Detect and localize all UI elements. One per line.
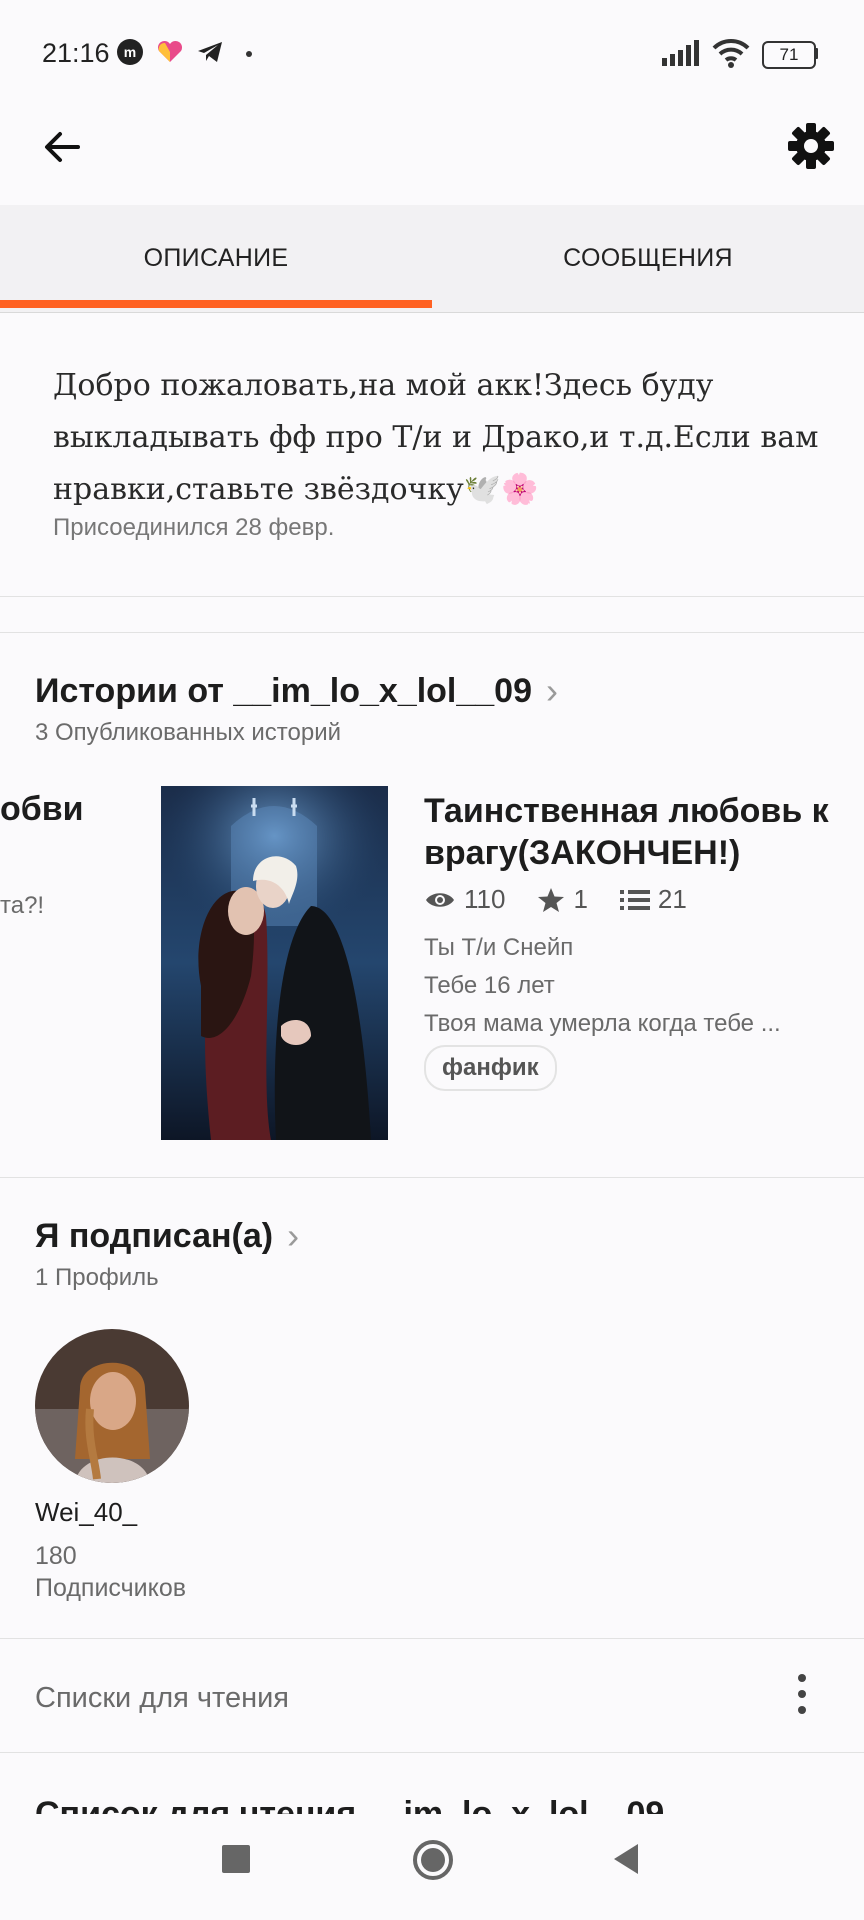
prev-story-title[interactable]: обви [0, 790, 84, 829]
story-desc-line: Ты Т/и Снейп [424, 934, 574, 961]
stories-title: Истории от __im_lo_x_lol__09 [35, 671, 533, 710]
battery-icon: 71 [762, 41, 816, 69]
story-tag[interactable]: фанфик [424, 1045, 557, 1091]
following-header[interactable]: Я подписан(а) › [35, 1215, 299, 1257]
reading-list-name: Список для чтения __im_lo_x_lol__09 [35, 1795, 665, 1814]
profile-description: Добро пожаловать,на мой акк!Здесь буду в… [53, 360, 823, 516]
app-bar [0, 100, 864, 205]
followers-count: 180 [35, 1542, 77, 1570]
following-count: 1 Профиль [35, 1264, 159, 1291]
parts-count: 21 [657, 884, 687, 914]
description-line: выкладывать фф про Т/и и Драко,и т.д.Есл… [53, 420, 819, 455]
nav-home-icon[interactable] [412, 1839, 454, 1881]
divider [0, 632, 864, 633]
joined-date: Присоединился 28 февр. [53, 514, 335, 541]
prev-story-text: та?! [0, 892, 45, 919]
stories-count: 3 Опубликованных историй [35, 719, 342, 746]
app-m-icon: m [117, 39, 143, 65]
back-arrow-icon[interactable] [40, 125, 84, 169]
svg-text:m: m [124, 44, 136, 60]
reads-count: 110 [464, 884, 506, 914]
star-icon [538, 887, 565, 912]
gear-icon[interactable] [786, 121, 836, 171]
system-nav-bar [0, 1815, 864, 1920]
stories-header[interactable]: Истории от __im_lo_x_lol__09 › [35, 670, 558, 712]
divider [0, 596, 864, 597]
votes-count: 1 [573, 884, 588, 914]
nav-square-icon[interactable] [222, 1845, 250, 1873]
more-vertical-icon[interactable] [792, 1672, 812, 1716]
avatar-image [35, 1329, 189, 1483]
chevron-right-icon: › [546, 670, 559, 711]
reading-list-item[interactable]: Список для чтения __im_lo_x_lol__09 [35, 1792, 664, 1814]
nav-back-icon[interactable] [610, 1842, 640, 1876]
description-line: Добро пожаловать,на мой акк!Здесь буду [53, 368, 714, 403]
following-username[interactable]: Wei_40_ [35, 1497, 137, 1528]
tab-description[interactable]: ОПИСАНИЕ [0, 205, 432, 312]
battery-tip [814, 48, 818, 59]
status-time: 21:16 [42, 38, 110, 68]
status-bar: 21:16 m 71 [0, 0, 864, 100]
avatar[interactable] [35, 1329, 189, 1483]
chevron-right-icon: › [287, 1215, 300, 1256]
following-title: Я подписан(а) [35, 1216, 274, 1255]
story-desc-line: Тебе 16 лет [424, 972, 555, 999]
wifi-icon [712, 38, 750, 68]
story-stats: 110 1 21 [424, 884, 719, 915]
battery-level: 71 [779, 45, 799, 64]
active-tab-indicator [0, 300, 432, 308]
signal-icon [662, 40, 699, 66]
heart-app-icon [157, 40, 183, 62]
story-cover-art [161, 786, 388, 1140]
list-icon [619, 889, 650, 910]
profile-tabs: ОПИСАНИЕ СООБЩЕНИЯ [0, 205, 864, 313]
divider [0, 1638, 864, 1639]
tab-messages[interactable]: СООБЩЕНИЯ [432, 205, 864, 312]
story-cover[interactable] [161, 786, 388, 1140]
description-line: нравки,ставьте звёздочку🕊️🌸 [53, 472, 539, 507]
followers-label: Подписчиков [35, 1574, 187, 1602]
divider [0, 1752, 864, 1753]
story-desc-line: Твоя мама умерла когда тебе ... [424, 1010, 781, 1037]
divider [0, 1177, 864, 1178]
story-title[interactable]: Таинственная любовь к врагу(ЗАКОНЧЕН!) [424, 790, 844, 874]
telegram-icon [198, 42, 222, 62]
notification-dot-icon [246, 51, 252, 57]
eye-icon [426, 892, 454, 907]
reading-lists-title: Списки для чтения [35, 1682, 290, 1714]
